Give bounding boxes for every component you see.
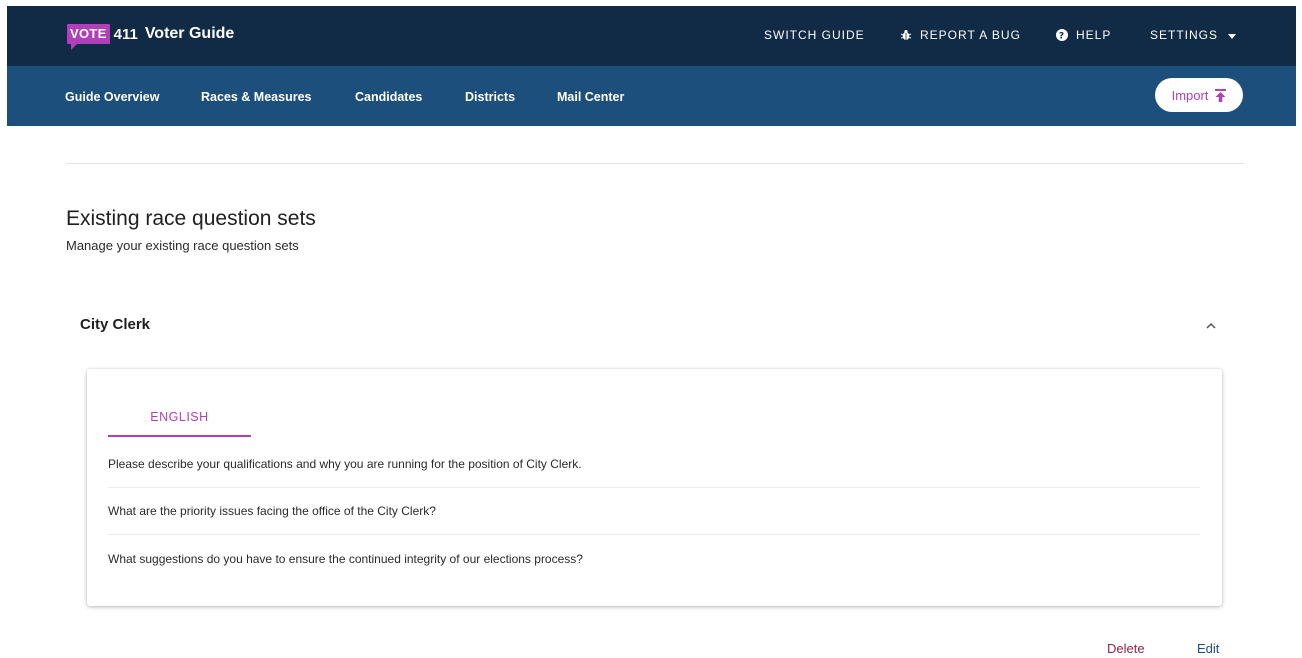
question-item: What suggestions do you have to ensure t… bbox=[108, 551, 583, 566]
switch-guide-label: SWITCH GUIDE bbox=[764, 28, 865, 42]
tab-english[interactable]: ENGLISH bbox=[108, 401, 251, 437]
question-item: Please describe your qualifications and … bbox=[108, 441, 1200, 488]
report-bug-button[interactable]: REPORT A BUG bbox=[900, 28, 1021, 42]
report-bug-label: REPORT A BUG bbox=[920, 28, 1021, 42]
sub-nav: Guide Overview Races & Measures Candidat… bbox=[7, 66, 1296, 126]
import-label: Import bbox=[1171, 87, 1209, 103]
page-title: Existing race question sets bbox=[66, 207, 316, 230]
nav-districts[interactable]: Districts bbox=[465, 90, 515, 104]
upload-icon bbox=[1215, 88, 1227, 102]
delete-button[interactable]: Delete bbox=[1107, 641, 1145, 656]
question-list: Please describe your qualifications and … bbox=[108, 441, 1200, 582]
race-panel-header[interactable]: City Clerk bbox=[66, 305, 1244, 347]
edit-button[interactable]: Edit bbox=[1197, 641, 1219, 656]
nav-candidates[interactable]: Candidates bbox=[355, 90, 422, 104]
switch-guide-button[interactable]: SWITCH GUIDE bbox=[764, 28, 865, 42]
settings-label: SETTINGS bbox=[1150, 28, 1219, 42]
brand-number: 411 bbox=[113, 25, 138, 43]
app-root: VOTE 411 Voter Guide SWITCH GUIDE REPORT… bbox=[0, 0, 1302, 658]
brand-logo[interactable]: VOTE 411 Voter Guide bbox=[67, 24, 235, 50]
section-divider bbox=[66, 163, 1244, 164]
race-title: City Clerk bbox=[80, 316, 151, 333]
svg-text:?: ? bbox=[1059, 31, 1065, 41]
nav-races-measures[interactable]: Races & Measures bbox=[201, 90, 311, 104]
caret-down-icon bbox=[1228, 28, 1237, 42]
help-button[interactable]: ? HELP bbox=[1056, 28, 1111, 42]
question-item: What are the priority issues facing the … bbox=[108, 488, 1200, 535]
chevron-up-icon[interactable] bbox=[1204, 319, 1218, 333]
page-subtitle: Manage your existing race question sets bbox=[66, 238, 299, 253]
nav-mail-center[interactable]: Mail Center bbox=[557, 90, 624, 104]
question-set-card: ENGLISH Please describe your qualificati… bbox=[87, 369, 1222, 606]
import-button[interactable]: Import bbox=[1155, 78, 1243, 112]
app-title: Voter Guide bbox=[144, 25, 235, 42]
settings-menu[interactable]: SETTINGS bbox=[1150, 28, 1237, 42]
tab-active-indicator bbox=[108, 435, 251, 437]
help-circle-icon: ? bbox=[1056, 29, 1068, 41]
vote411-logo: VOTE 411 bbox=[67, 24, 138, 50]
vote-badge: VOTE bbox=[67, 24, 110, 50]
bug-icon bbox=[900, 29, 912, 41]
top-bar: VOTE 411 Voter Guide SWITCH GUIDE REPORT… bbox=[7, 6, 1296, 66]
help-label: HELP bbox=[1076, 28, 1112, 42]
nav-guide-overview[interactable]: Guide Overview bbox=[65, 90, 159, 104]
tab-english-label: ENGLISH bbox=[150, 410, 209, 424]
